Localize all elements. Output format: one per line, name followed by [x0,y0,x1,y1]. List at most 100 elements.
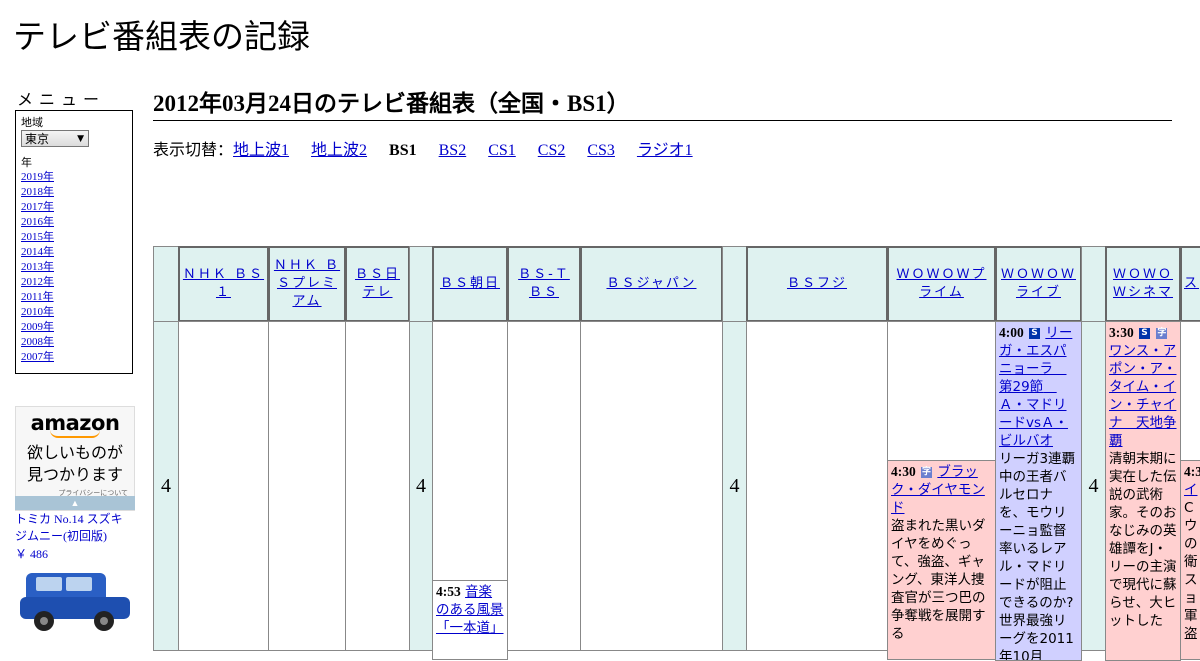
program-cell-empty [1180,321,1200,461]
site-title: テレビ番組表の記録 [13,17,310,56]
subtitle-badge-icon: 字 [1156,327,1168,339]
channel-header[interactable]: ＢＳ日テレ [345,246,410,322]
switch-link-cs1[interactable]: CS1 [488,142,516,159]
channel-link[interactable]: ＷＯＷＯＷライブ [999,266,1078,302]
amazon-logo: amazon [30,411,120,435]
subtitle-badge-icon: 字 [921,466,933,478]
channel-header[interactable]: ス [1180,246,1200,322]
program-cell-empty [580,321,723,651]
chevron-down-icon: ▼ [77,134,84,144]
year-link[interactable]: 2014年 [21,245,127,260]
hour-label: 4 [416,474,426,497]
region-label: 地域 [21,117,43,129]
region-select-value: 東京 [25,132,50,146]
channel-header[interactable]: ＢＳジャパン [580,246,723,322]
program-time: 4:53 [436,584,461,599]
hour-marker: 4 [153,321,179,651]
hour-label: 4 [729,474,740,497]
channel-link[interactable]: ＢＳジャパン [606,275,696,293]
program-cell-empty [887,321,996,461]
channel-link[interactable]: ＷＯＷＯＷシネマ [1109,266,1177,302]
product-name-link[interactable]: トミカ No.14 スズキ ジムニー(初回版) [15,511,135,545]
ad-message-line2: 見つかります [26,465,123,484]
channel-header[interactable]: ＷＯＷＯＷプライム [887,246,996,322]
channel-header[interactable]: ＢＳ朝日 [432,246,508,322]
switch-link-radio-1[interactable]: ラジオ1 [637,142,693,159]
hour-marker: 4 [722,321,747,651]
region-select[interactable]: 東京 ▼ [21,130,89,147]
year-link[interactable]: 2009年 [21,320,127,335]
channel-link[interactable]: ス [1184,275,1199,293]
channel-link[interactable]: ＢＳ日テレ [349,266,406,302]
program-description: 盗まれた黒いダイヤをめぐって、強盗、ギャング、東洋人捜査官が三つ巴の争奪戦を展開… [891,518,986,642]
program-cell-empty [268,321,346,651]
channel-link[interactable]: ＢＳ-ＴＢＳ [511,266,577,302]
year-link[interactable]: 2013年 [21,260,127,275]
hour-marker: 4 [409,321,433,651]
year-link[interactable]: 2015年 [21,230,127,245]
channel-link[interactable]: ＮＨＫ ＢＳ１ [182,266,265,302]
year-link[interactable]: 2007年 [21,350,127,365]
menu-box: 地域 東京 ▼ 年 2019年 2018年 2017年 2016年 2015年 … [15,110,133,374]
page-heading: 2012年03月24日のテレビ番組表（全国・BS1） [153,84,1172,121]
channel-link[interactable]: ＮＨＫ ＢＳプレミアム [272,257,342,311]
program-description: Cウの衛スョ軍盗 [1184,500,1198,642]
channel-header[interactable]: ＷＯＷＯＷシネマ [1105,246,1181,322]
product-price: ￥ 486 [15,547,49,561]
channel-header[interactable]: ＮＨＫ ＢＳプレミアム [268,246,346,322]
program-cell[interactable]: 4:53 音楽のある風景「一本道」 [432,580,508,660]
year-link[interactable]: 2016年 [21,215,127,230]
hour-header-blank [1081,246,1106,322]
program-title-link[interactable]: ワンス・アポン・ア・タイム・イン・チャイナ 天地争覇 [1109,343,1177,449]
program-cell-empty [507,321,581,651]
program-description: 清朝末期に実在した伝説の武術家。そのおなじみの英雄譚をJ・リーの主演で現代に蘇ら… [1109,451,1177,629]
stereo-badge-icon: S [1139,327,1151,339]
hour-header-blank [153,246,179,322]
hour-marker: 4 [1081,321,1106,651]
switch-link-terrestrial-2[interactable]: 地上波2 [311,142,367,159]
toy-car-image[interactable] [16,563,134,633]
program-cell[interactable]: 4:30 字 ブラック・ダイヤモンド 盗まれた黒いダイヤをめぐって、強盗、ギャン… [887,460,996,660]
year-link[interactable]: 2010年 [21,305,127,320]
program-cell-empty [432,321,508,581]
stereo-badge-icon: S [1029,327,1041,339]
channel-header[interactable]: ＢＳフジ [746,246,888,322]
hour-header-blank [722,246,747,322]
channel-link[interactable]: ＷＯＷＯＷプライム [891,266,992,302]
ad-strip[interactable]: ▲ [15,496,135,510]
switch-link-cs3[interactable]: CS3 [587,142,615,159]
program-cell-empty [178,321,269,651]
program-cell[interactable]: 3:30 S 字 ワンス・アポン・ア・タイム・イン・チャイナ 天地争覇 清朝末期… [1105,321,1181,661]
program-cell[interactable]: 4:00 S リーガ・エスパニョーラ 第29節 Ａ・マドリードvsＡ・ビルバオ … [995,321,1082,661]
display-switcher: 表示切替：地上波1 地上波2 BS1 BS2 CS1 CS2 CS3 ラジオ1 [153,136,715,160]
program-title-link[interactable]: リーガ・エスパニョーラ 第29節 Ａ・マドリードvsＡ・ビルバオ [999,325,1072,449]
hour-header-blank [409,246,433,322]
ad-message-line1: 欲しいものが [26,443,123,462]
channel-header[interactable]: ＷＯＷＯＷライブ [995,246,1082,322]
year-label: 年 [21,157,32,169]
hour-label: 4 [161,474,171,497]
switch-link-terrestrial-1[interactable]: 地上波1 [233,142,289,159]
program-time: 3:30 [1109,325,1134,340]
switcher-label: 表示切替： [153,142,234,159]
channel-header[interactable]: ＢＳ-ＴＢＳ [507,246,581,322]
channel-link[interactable]: ＢＳフジ [787,275,847,293]
switch-current-bs1: BS1 [389,142,417,159]
program-title-link[interactable]: イ [1184,482,1198,498]
year-link[interactable]: 2019年 [21,170,127,185]
switch-link-cs2[interactable]: CS2 [538,142,566,159]
year-link[interactable]: 2011年 [21,290,127,305]
channel-header[interactable]: ＮＨＫ ＢＳ１ [178,246,269,322]
year-link[interactable]: 2008年 [21,335,127,350]
year-link[interactable]: 2012年 [21,275,127,290]
channel-link[interactable]: ＢＳ朝日 [440,275,500,293]
program-cell-empty [746,321,888,651]
program-time: 4:3 [1184,464,1200,479]
year-link[interactable]: 2018年 [21,185,127,200]
program-description: リーガ3連覇中の王者バルセロナを、モウリーニョ監督率いるレアル・マドリードが阻止… [999,451,1076,661]
year-list: 2019年 2018年 2017年 2016年 2015年 2014年 2013… [21,170,127,365]
year-link[interactable]: 2017年 [21,200,127,215]
program-cell[interactable]: 4:3 イ Cウの衛スョ軍盗 [1180,460,1200,660]
program-time: 4:00 [999,325,1024,340]
switch-link-bs2[interactable]: BS2 [439,142,467,159]
